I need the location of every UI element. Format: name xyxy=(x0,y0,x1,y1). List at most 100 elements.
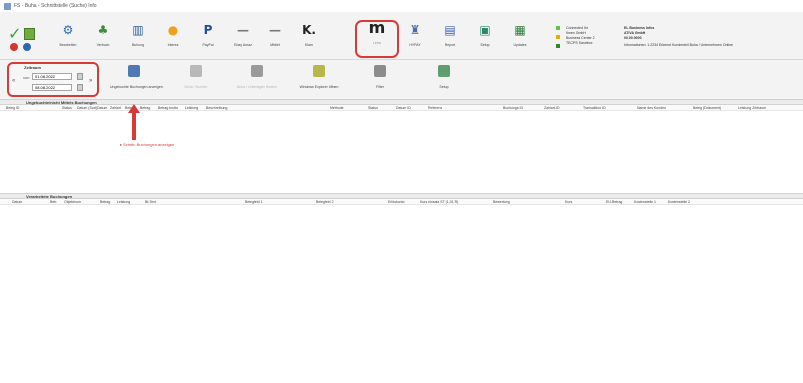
toolbar-button-report[interactable]: ▤ Report xyxy=(437,22,463,54)
column-header[interactable]: Belegfeld 2 xyxy=(316,199,334,205)
column-header[interactable]: Kostenstelle 1 xyxy=(634,199,656,205)
column-header[interactable]: Leistung Zeitraum xyxy=(738,105,766,111)
toolbar-button-label: HYPAY xyxy=(409,43,421,47)
toolbar-button-label: Klarn xyxy=(304,43,314,47)
toolbar-button-label: Mfdiet xyxy=(270,43,280,47)
range-from-label: von xyxy=(23,75,30,80)
company-line: 00.00.0000 xyxy=(624,36,642,40)
calendar-from-icon[interactable] xyxy=(77,73,83,80)
column-header[interactable]: Betrag brutto xyxy=(158,105,178,111)
shop-icon: ♜ xyxy=(409,22,421,37)
column-header[interactable]: Datum (Sort) xyxy=(77,105,97,111)
toolbar-button-verbuch[interactable]: ♣ Verbuch xyxy=(90,22,116,54)
column-header[interactable]: Transaktion ID xyxy=(583,105,606,111)
toolbar-button-hypay[interactable]: ♜ HYPAY xyxy=(402,22,428,54)
toolbar-button-label: Updates xyxy=(513,43,527,47)
connection-panel: Connected Ihr Ihnen GmbH Business Center… xyxy=(556,26,801,62)
toolbar-button-interes[interactable]: ● Interes xyxy=(160,22,186,54)
action-bar: Zeitraum « von » Ungebuchte Buchungen an… xyxy=(0,60,803,100)
processed-table-body[interactable] xyxy=(0,206,803,383)
column-header[interactable]: Erlöskonto xyxy=(388,199,405,205)
column-header[interactable]: Leistung xyxy=(185,105,198,111)
column-header[interactable]: Datum ID xyxy=(396,105,411,111)
buha-buchen-button[interactable]: Buha / Buchen xyxy=(172,65,220,97)
column-header[interactable]: Betr. xyxy=(50,199,57,205)
date-from-field[interactable] xyxy=(32,73,72,80)
paypal-icon: P xyxy=(203,22,213,37)
setup-button[interactable]: Setup xyxy=(420,65,468,97)
column-header[interactable]: Leistung xyxy=(117,199,130,205)
column-header[interactable]: EU-Betrag xyxy=(606,199,622,205)
column-header[interactable]: Datum xyxy=(97,105,107,111)
column-header[interactable]: Kurs xyxy=(565,199,572,205)
explorer-button[interactable]: Windows Explorer öffnen xyxy=(295,65,343,97)
app-icon xyxy=(4,2,11,10)
date-to-field[interactable] xyxy=(32,84,72,91)
toolbar-button-setup[interactable]: ▣ Setup xyxy=(472,22,498,54)
column-header[interactable]: Betrag xyxy=(140,105,150,111)
toolbar-button-bearbeiten[interactable]: ⚙ Bearbeiten xyxy=(55,22,81,54)
folder-icon xyxy=(313,65,325,77)
column-header[interactable]: Bewertung xyxy=(493,199,510,205)
main-toolbar: ✓ ⚙ Bearbeiten ♣ Verbuch ▥ Buhung ● Inte… xyxy=(0,12,803,60)
column-header[interactable]: Name des Kunden xyxy=(637,105,666,111)
column-header[interactable]: Datum xyxy=(12,199,22,205)
filter-button[interactable]: Filter xyxy=(356,65,404,97)
column-header[interactable]: Status xyxy=(62,105,72,111)
calendar-to-icon[interactable] xyxy=(77,84,83,91)
column-header[interactable]: Zahlart-ID xyxy=(544,105,560,111)
connection-note: Informationen: 1.2234 Erkennt Kundenteil… xyxy=(624,43,733,47)
document-icon[interactable] xyxy=(24,28,35,40)
toolbar-button-klarna[interactable]: K. Klarn xyxy=(296,22,322,54)
column-header[interactable]: Kostenstelle 2 xyxy=(668,199,690,205)
connection-info: Connected Ihr Ihnen GmbH Business Center… xyxy=(566,26,626,46)
klarna-icon: K. xyxy=(302,22,316,37)
check-icon[interactable]: ✓ xyxy=(8,26,21,42)
toolbar-button-label: Bearbeiten xyxy=(59,43,77,47)
tools-icon: ▣ xyxy=(479,22,491,37)
column-header[interactable]: Beschreibung xyxy=(206,105,227,111)
stop-icon[interactable] xyxy=(10,43,18,51)
action-label: Windows Explorer öffnen xyxy=(299,85,339,89)
coin-icon: ● xyxy=(167,22,179,37)
window-title: FS - Buha - Schnittstelle (Suche) Info xyxy=(14,3,97,9)
column-header[interactable]: Buchungs ID xyxy=(503,105,523,111)
column-header[interactable]: Methode xyxy=(330,105,344,111)
prev-period-icon[interactable]: « xyxy=(12,78,15,84)
column-header[interactable]: Status xyxy=(368,105,378,111)
toolbar-button-paypal[interactable]: P PayPal xyxy=(195,22,221,54)
dash-icon: — xyxy=(269,22,281,37)
toolbar-button-label: Interes xyxy=(167,43,179,47)
connection-line: TECPS Sandbox xyxy=(566,41,593,45)
building-icon: ▥ xyxy=(132,22,144,37)
column-header[interactable]: Objektnum xyxy=(64,199,81,205)
toolbar-button-mfdiet[interactable]: — Mfdiet xyxy=(262,22,288,54)
toolbar-button-ebay[interactable]: — Ebay Amaz xyxy=(230,22,256,54)
toolbar-button-buhung[interactable]: ▥ Buhung xyxy=(125,22,151,54)
action-label: Buha / Buchen xyxy=(184,85,208,89)
filter-icon xyxy=(374,65,386,77)
column-header[interactable]: Referenz xyxy=(428,105,442,111)
unbooked-table-header: Beleg ID Status Datum (Sort) Datum Zahla… xyxy=(0,105,803,111)
column-header[interactable]: Belegfeld 1 xyxy=(245,199,263,205)
status-light-1 xyxy=(556,26,560,30)
toolbar-button-updates[interactable]: ▦ Updates xyxy=(507,22,533,54)
buha-unterlagen-button[interactable]: Buha / Unterlagen Bedien xyxy=(233,65,281,97)
column-header[interactable]: Zahlart xyxy=(110,105,121,111)
toolbar-button-label: Ebay Amaz xyxy=(234,43,252,47)
show-unbooked-button[interactable]: Ungebuchte Buchungen anzeigen xyxy=(110,65,163,97)
column-header[interactable]: Betrag xyxy=(100,199,110,205)
column-header[interactable]: Kurs einsatz ST (1,01 R) xyxy=(420,199,458,205)
ledger-icon xyxy=(251,65,263,77)
ledger-icon xyxy=(190,65,202,77)
toolbar-button-label: Report xyxy=(444,43,456,47)
ebay-icon: — xyxy=(237,22,249,37)
highlight-mollie xyxy=(355,20,399,58)
column-header[interactable]: Beleg (Dokument) xyxy=(693,105,721,111)
column-header[interactable]: Bt-Text xyxy=(145,199,156,205)
info-icon[interactable] xyxy=(23,43,31,51)
column-header[interactable]: Beleg ID xyxy=(6,105,19,111)
setup-icon xyxy=(438,65,450,77)
hint-text: ▸ Schritt: Buchungen anzeigen xyxy=(120,142,175,147)
next-period-icon[interactable]: » xyxy=(89,78,92,84)
